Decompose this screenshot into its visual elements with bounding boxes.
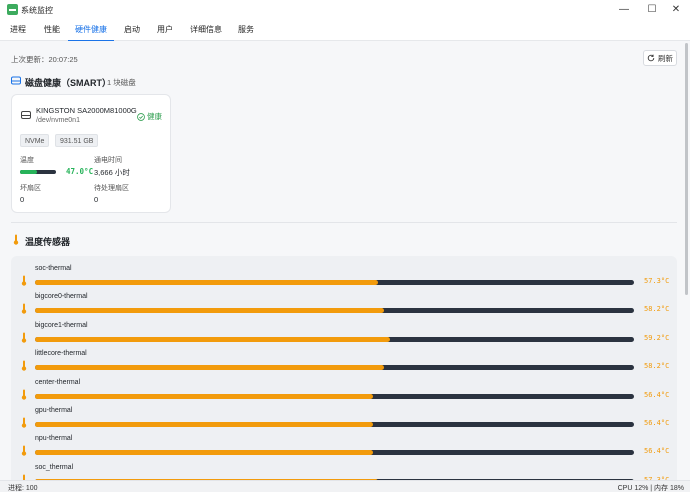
sensor-row: soc_thermal 57.3°C (11, 461, 677, 480)
disk-temp-value: 47.0°C (66, 167, 94, 176)
health-badge: 健康 (137, 111, 162, 122)
scrollbar-thumb[interactable] (685, 43, 688, 295)
sensor-row: bigcore0-thermal 58.2°C (11, 290, 677, 318)
tab-hardware-health[interactable]: 硬件健康 (68, 19, 114, 42)
disk-size-tag: 931.51 GB (55, 134, 99, 147)
refresh-icon (647, 54, 655, 62)
sensor-bar (35, 422, 634, 427)
sensor-name: npu-thermal (35, 435, 73, 443)
sensor-bar (35, 365, 634, 371)
disk-icon (11, 76, 21, 85)
thermometer-icon (21, 445, 27, 457)
tab-startup[interactable]: 启动 (117, 19, 147, 41)
last-update-time: 20:07:25 (48, 55, 78, 64)
sensor-section-title: 温度传感器 (25, 237, 71, 247)
thermometer-icon (21, 417, 27, 428)
sensor-bar (35, 393, 634, 399)
drive-icon (21, 111, 31, 119)
health-status: 健康 (147, 112, 162, 121)
resource-usage: CPU 12% | 内存 18% (617, 485, 684, 492)
sensor-name: bigcore0-thermal (35, 293, 88, 301)
pending-sector-label: 待处理扇区 (94, 185, 129, 192)
tab-performance[interactable]: 性能 (37, 19, 67, 41)
sensor-value: 58.2°C (644, 305, 670, 314)
thermometer-icon (21, 303, 27, 315)
thermometer-icon (21, 389, 27, 400)
sensor-bar (35, 336, 634, 342)
sensor-value: 59.2°C (644, 333, 670, 342)
check-circle-icon (137, 112, 145, 121)
sensor-row: bigcore1-thermal 59.2°C (11, 319, 677, 347)
sensor-name: soc-thermal (35, 265, 72, 272)
tab-users[interactable]: 用户 (150, 19, 180, 41)
status-bar: 进程: 100 CPU 12% | 内存 18% (0, 480, 690, 492)
sensor-bar-fill (35, 422, 373, 427)
tab-processes[interactable]: 进程 (3, 19, 33, 41)
sensor-value: 57.3°C (644, 277, 670, 285)
close-button[interactable]: ✕ (662, 0, 690, 19)
sensor-list: soc-thermal 57.3°C bigcore0-thermal 58.2°C b… (11, 256, 677, 480)
disk-temp-fill (20, 170, 37, 174)
sensor-row: center-thermal 56.4°C (11, 376, 677, 404)
sensor-bar (35, 450, 634, 456)
bad-sector-value: 0 (20, 195, 25, 204)
disk-card: KINGSTON SA2000M81000G /dev/nvme0n1 健康 N… (11, 94, 171, 213)
power-on-label: 通电时间 (94, 157, 122, 164)
thermometer-icon (21, 360, 27, 371)
power-on-value: 3,666 小时 (94, 168, 130, 177)
refresh-button[interactable]: 刷新 (643, 50, 677, 66)
sensor-bar-fill (35, 365, 384, 371)
app-icon (7, 4, 18, 15)
section-divider (11, 222, 677, 223)
sensor-value: 56.4°C (644, 419, 670, 427)
sensor-bar-fill (35, 280, 379, 285)
sensor-bar-fill (35, 450, 373, 456)
disk-model: KINGSTON SA2000M81000G (36, 106, 137, 115)
tab-bar: 进程 性能 硬件健康 启动 用户 详细信息 服务 (0, 19, 690, 42)
minimize-button[interactable]: — (610, 0, 638, 19)
sensor-name: center-thermal (35, 378, 81, 386)
thermometer-icon (21, 275, 27, 286)
refresh-label: 刷新 (658, 53, 673, 63)
sensor-bar-fill (35, 336, 390, 342)
thermometer-icon (21, 332, 27, 343)
bad-sector-label: 坏扇区 (20, 185, 41, 192)
process-count: 进程: 100 (8, 485, 38, 492)
scrollbar[interactable] (684, 41, 690, 480)
title-bar: 系统监控 — ☐ ✕ (0, 0, 690, 19)
sensor-row: gpu-thermal 56.4°C (11, 404, 677, 432)
sensor-value: 56.4°C (644, 447, 670, 456)
disk-section-title: 磁盘健康（SMART） (25, 78, 111, 88)
maximize-icon: ☐ (647, 4, 657, 15)
thermometer-icon (13, 234, 19, 245)
sensor-name: soc_thermal (35, 463, 74, 471)
disk-count: 1 块磁盘 (107, 78, 136, 87)
sensor-bar-fill (35, 308, 384, 314)
sensor-row: soc-thermal 57.3°C (11, 262, 677, 290)
disk-temp-bar (20, 170, 56, 174)
pending-sector-value: 0 (94, 195, 99, 204)
sensor-value: 56.4°C (644, 390, 670, 399)
window-title: 系统监控 (21, 6, 53, 15)
disk-type-tag: NVMe (20, 134, 50, 147)
main-content[interactable]: 上次更新：20:07:25 刷新 磁盘健康（SMART） 1 块磁盘 KINGS… (0, 41, 690, 480)
sensor-name: gpu-thermal (35, 407, 73, 414)
sensor-bar (35, 308, 634, 314)
tab-details[interactable]: 详细信息 (184, 19, 228, 41)
sensor-bar (35, 280, 634, 285)
sensor-name: littlecore-thermal (35, 350, 87, 358)
last-update: 上次更新：20:07:25 (11, 54, 78, 65)
tab-services[interactable]: 服务 (231, 19, 261, 41)
sensor-bar-fill (35, 393, 373, 399)
sensor-name: bigcore1-thermal (35, 321, 88, 329)
sensor-value: 58.2°C (644, 362, 670, 371)
close-icon: ✕ (671, 4, 681, 15)
temp-label: 温度 (20, 157, 34, 164)
sensor-row: littlecore-thermal 58.2°C (11, 347, 677, 375)
last-update-label: 上次更新： (11, 55, 49, 64)
sensor-row: npu-thermal 56.4°C (11, 432, 677, 460)
disk-device: /dev/nvme0n1 (36, 117, 80, 124)
minimize-icon: — (619, 4, 629, 15)
